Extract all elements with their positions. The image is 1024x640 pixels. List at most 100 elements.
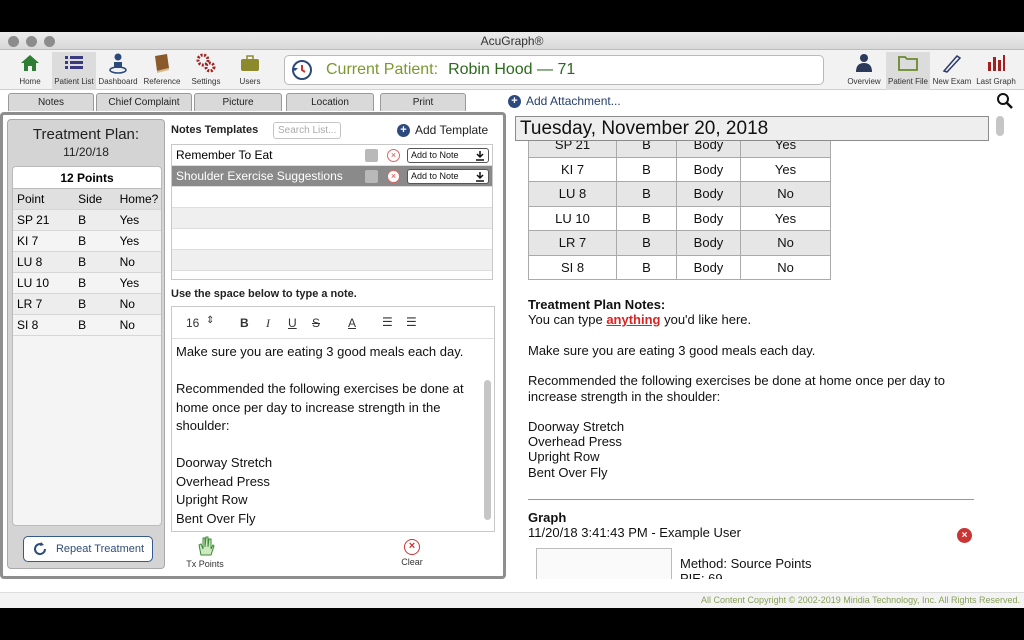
stepper-icon[interactable]: ⇕ bbox=[206, 315, 214, 326]
graph-entry: 11/20/18 3:41:43 PM - Example User bbox=[528, 525, 741, 540]
treatment-plan-title: Treatment Plan: bbox=[32, 126, 140, 143]
exercise-item: Doorway Stretch bbox=[528, 419, 625, 434]
tx-points-button[interactable]: Tx Points bbox=[183, 535, 227, 569]
users-button[interactable]: Users bbox=[228, 52, 272, 90]
minimize-window-button[interactable] bbox=[26, 36, 37, 47]
patient-file-button[interactable]: Patient File bbox=[886, 52, 930, 90]
hand-icon bbox=[198, 536, 215, 556]
notes-line: Recommended the following exercises be d… bbox=[528, 373, 945, 404]
app-window: AcuGraph® Home Patient List Dashboard Re… bbox=[0, 32, 1024, 608]
graph-thumbnail[interactable] bbox=[536, 548, 672, 579]
note-text[interactable]: Make sure you are eating 3 good meals ea… bbox=[176, 343, 476, 528]
table-row[interactable]: SP 21 B Yes bbox=[13, 210, 161, 231]
graph-pie: PIE: 69 bbox=[680, 571, 723, 579]
table-row[interactable]: SI 8 B No bbox=[13, 315, 161, 336]
bullet-list-icon[interactable]: ☰ bbox=[406, 315, 417, 329]
current-patient-label: Current Patient: bbox=[326, 61, 439, 78]
font-size-select[interactable]: 16 bbox=[186, 316, 199, 330]
delete-icon[interactable]: × bbox=[387, 148, 400, 162]
plus-icon: + bbox=[508, 94, 521, 108]
underline-icon[interactable]: U bbox=[288, 316, 297, 330]
list-item-empty bbox=[172, 208, 492, 229]
home-icon bbox=[21, 55, 39, 71]
table-row: LR 7 B Body No bbox=[528, 230, 831, 256]
table-row: KI 7 B Body Yes bbox=[528, 156, 831, 182]
dashboard-button[interactable]: Dashboard bbox=[96, 52, 140, 90]
edit-icon[interactable] bbox=[365, 169, 378, 183]
last-graph-button[interactable]: Last Graph bbox=[974, 52, 1018, 90]
delete-icon[interactable]: × bbox=[387, 169, 400, 183]
tab-print[interactable]: Print bbox=[380, 93, 466, 111]
note-editor[interactable]: 16 ⇕ B I U S A ☰ ☰ Make sure you are eat… bbox=[171, 306, 495, 532]
strikethrough-icon[interactable]: S bbox=[312, 316, 320, 330]
edit-icon[interactable] bbox=[365, 148, 378, 162]
repeat-treatment-button[interactable]: Repeat Treatment bbox=[23, 536, 153, 562]
settings-button[interactable]: Settings bbox=[184, 52, 228, 90]
tab-picture[interactable]: Picture bbox=[194, 93, 282, 111]
template-search-input[interactable]: Search List... bbox=[273, 122, 341, 139]
treatment-notes-title: Treatment Plan Notes: bbox=[528, 297, 666, 312]
notes-templates-title: Notes Templates bbox=[171, 124, 259, 136]
list-item-empty bbox=[172, 187, 492, 208]
table-header: Point Side Home? bbox=[13, 189, 161, 210]
list-item[interactable]: Shoulder Exercise Suggestions × Add to N… bbox=[172, 166, 492, 187]
graph-section-title: Graph bbox=[528, 510, 567, 525]
table-row[interactable]: LR 7 B No bbox=[13, 294, 161, 315]
table-row[interactable]: LU 10 B Yes bbox=[13, 273, 161, 294]
editor-scrollbar[interactable] bbox=[484, 380, 491, 520]
add-attachment-button[interactable]: + Add Attachment... bbox=[508, 94, 621, 108]
tab-chief-complaint[interactable]: Chief Complaint bbox=[96, 93, 192, 111]
new-exam-button[interactable]: New Exam bbox=[930, 52, 974, 90]
tab-notes[interactable]: Notes bbox=[8, 93, 94, 111]
search-icon[interactable] bbox=[996, 92, 1014, 110]
table-row[interactable]: KI 7 B Yes bbox=[13, 231, 161, 252]
close-window-button[interactable] bbox=[8, 36, 19, 47]
add-template-button[interactable]: + Add Template bbox=[397, 123, 488, 137]
table-row: SI 8 B Body No bbox=[528, 254, 831, 280]
briefcase-icon bbox=[241, 55, 259, 71]
exercise-item: Overhead Press bbox=[528, 434, 622, 449]
history-back-icon[interactable] bbox=[290, 58, 314, 82]
pen-icon bbox=[942, 55, 962, 73]
current-patient-box[interactable]: Current Patient: Robin Hood — 71 bbox=[284, 55, 824, 85]
preview-scrollbar[interactable] bbox=[996, 116, 1004, 136]
window-title: AcuGraph® bbox=[480, 34, 544, 48]
dashboard-icon bbox=[109, 53, 127, 74]
exercise-item: Upright Row bbox=[528, 449, 600, 464]
template-list: Remember To Eat × Add to Note Shoulder E… bbox=[171, 144, 493, 280]
patient-list-icon bbox=[65, 56, 83, 69]
table-row: LU 8 B Body No bbox=[528, 181, 831, 207]
editor-toolbar: 16 ⇕ B I U S A ☰ ☰ bbox=[172, 307, 494, 339]
treatment-points-table: SP 21 B Body Yes KI 7 B Body Yes LU 8 B Body No L… bbox=[528, 132, 831, 280]
clear-icon: × bbox=[404, 539, 420, 555]
home-button[interactable]: Home bbox=[8, 52, 52, 90]
reference-button[interactable]: Reference bbox=[140, 52, 184, 90]
add-to-note-button[interactable]: Add to Note bbox=[407, 168, 489, 184]
notes-panel: Treatment Plan: 11/20/18 12 Points Point… bbox=[0, 112, 506, 579]
person-icon bbox=[856, 54, 872, 72]
notes-line: Make sure you are eating 3 good meals ea… bbox=[528, 343, 816, 358]
text-color-icon[interactable]: A bbox=[348, 316, 356, 330]
folder-icon bbox=[898, 56, 918, 71]
bold-icon[interactable]: B bbox=[240, 316, 249, 330]
patient-list-button[interactable]: Patient List bbox=[52, 52, 96, 90]
table-row: LU 10 B Body Yes bbox=[528, 205, 831, 231]
note-instruction: Use the space below to type a note. bbox=[171, 288, 357, 300]
list-item[interactable]: Remember To Eat × Add to Note bbox=[172, 145, 492, 166]
remove-graph-icon[interactable]: × bbox=[957, 528, 972, 543]
clear-button[interactable]: × Clear bbox=[397, 539, 427, 567]
copyright-footer: All Content Copyright © 2002-2019 Miridi… bbox=[0, 592, 1024, 608]
book-icon bbox=[155, 54, 169, 73]
title-bar: AcuGraph® bbox=[0, 32, 1024, 50]
tabs-row: Notes Chief Complaint Picture Location P… bbox=[0, 90, 1024, 112]
table-row[interactable]: LU 8 B No bbox=[13, 252, 161, 273]
bar-chart-icon bbox=[988, 55, 1005, 71]
tab-location[interactable]: Location bbox=[286, 93, 374, 111]
italic-icon[interactable]: I bbox=[266, 316, 270, 331]
download-icon bbox=[476, 171, 484, 182]
numbered-list-icon[interactable]: ☰ bbox=[382, 315, 393, 329]
points-count: 12 Points bbox=[13, 167, 161, 189]
overview-button[interactable]: Overview bbox=[842, 52, 886, 90]
zoom-window-button[interactable] bbox=[44, 36, 55, 47]
add-to-note-button[interactable]: Add to Note bbox=[407, 147, 489, 163]
